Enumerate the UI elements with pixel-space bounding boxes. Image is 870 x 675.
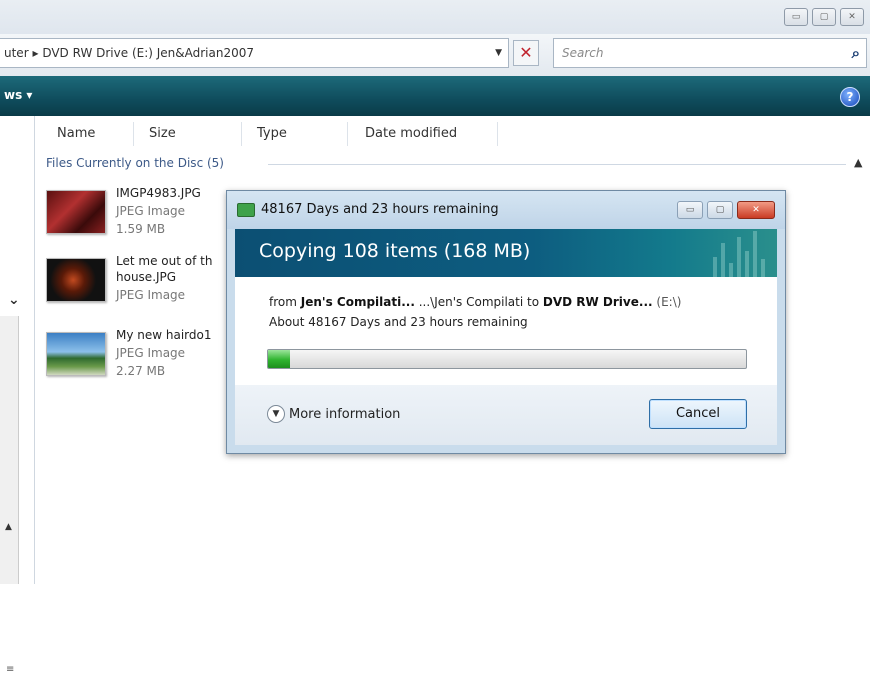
navigation-pane: ⌄ ▲ ≡: [0, 116, 35, 675]
dialog-title: 48167 Days and 23 hours remaining: [261, 202, 499, 217]
address-bar[interactable]: uter ▸ DVD RW Drive (E:) Jen&Adrian2007 …: [0, 38, 509, 68]
stop-icon[interactable]: ✕: [513, 40, 539, 66]
banner-graphic: [713, 231, 765, 277]
window-controls: ▭ ▢ ✕: [784, 8, 864, 26]
file-name: My new hairdo1: [116, 328, 212, 342]
address-row: uter ▸ DVD RW Drive (E:) Jen&Adrian2007 …: [0, 34, 870, 76]
file-size: 2.27 MB: [116, 364, 166, 378]
column-divider[interactable]: [347, 122, 348, 146]
file-type: JPEG Image: [116, 346, 186, 360]
file-name-continued: house.JPG: [116, 270, 177, 284]
window-title-bar: ▭ ▢ ✕: [0, 0, 870, 34]
close-icon[interactable]: ✕: [737, 201, 775, 219]
maximize-icon[interactable]: ▢: [812, 8, 836, 26]
copy-progress-bar: [267, 349, 747, 369]
scroll-grip-icon[interactable]: ≡: [6, 664, 14, 675]
search-icon[interactable]: ⌕: [852, 39, 860, 67]
help-icon[interactable]: ?: [840, 87, 860, 107]
column-header-date-modified[interactable]: Date modified: [365, 126, 457, 141]
destination-link[interactable]: DVD RW Drive...: [543, 295, 653, 309]
chevron-down-icon[interactable]: ⌄: [8, 292, 20, 308]
copy-heading: Copying 108 items (168 MB): [259, 240, 531, 262]
file-type: JPEG Image: [116, 204, 186, 218]
minimize-icon[interactable]: ▭: [784, 8, 808, 26]
file-type: JPEG Image: [116, 288, 186, 302]
time-remaining-text: About 48167 Days and 23 hours remaining: [269, 315, 528, 329]
minimize-icon[interactable]: ▭: [677, 201, 703, 219]
breadcrumb: uter ▸ DVD RW Drive (E:) Jen&Adrian2007: [0, 46, 254, 60]
column-divider[interactable]: [497, 122, 498, 146]
photo-thumbnail: [46, 190, 106, 234]
dialog-footer: ▼ More information Cancel: [235, 385, 777, 445]
address-dropdown-icon[interactable]: ▼: [495, 39, 502, 67]
more-information-toggle[interactable]: ▼ More information: [267, 405, 400, 423]
views-label: ws: [4, 88, 23, 102]
column-divider[interactable]: [241, 122, 242, 146]
file-group-header[interactable]: Files Currently on the Disc (5) ▲: [46, 156, 862, 170]
views-button[interactable]: ws ▾: [4, 88, 32, 102]
photo-thumbnail: [46, 332, 106, 376]
dialog-banner: Copying 108 items (168 MB): [235, 229, 777, 277]
dialog-title-bar[interactable]: 48167 Days and 23 hours remaining ▭ ▢ ✕: [227, 191, 785, 229]
copy-source-line: from Jen's Compilati... ...\Jen's Compil…: [269, 295, 681, 309]
column-header-name[interactable]: Name: [57, 126, 95, 141]
file-item[interactable]: Let me out of th house.JPG JPEG Image: [46, 254, 226, 316]
group-divider: [268, 164, 846, 165]
copy-icon: [237, 203, 255, 217]
chevron-down-icon[interactable]: ▼: [267, 405, 285, 423]
breadcrumb-separator-icon[interactable]: ▸: [32, 46, 42, 60]
cancel-button[interactable]: Cancel: [649, 399, 747, 429]
file-item[interactable]: My new hairdo1 JPEG Image 2.27 MB: [46, 328, 226, 390]
from-prefix: from: [269, 295, 297, 309]
maximize-icon[interactable]: ▢: [707, 201, 733, 219]
source-path: ...\Jen's Compilati to: [418, 295, 540, 309]
column-header-type[interactable]: Type: [257, 126, 287, 141]
column-divider[interactable]: [133, 122, 134, 146]
nav-scrollbar[interactable]: ▲ ≡: [0, 316, 19, 675]
column-header-row: Name Size Type Date modified: [35, 120, 870, 148]
copy-progress-dialog: 48167 Days and 23 hours remaining ▭ ▢ ✕ …: [226, 190, 786, 454]
column-header-size[interactable]: Size: [149, 126, 176, 141]
photo-thumbnail: [46, 258, 106, 302]
search-input[interactable]: Search ⌕: [553, 38, 867, 68]
file-name: IMGP4983.JPG: [116, 186, 201, 200]
breadcrumb-current[interactable]: DVD RW Drive (E:) Jen&Adrian2007: [42, 46, 254, 60]
search-placeholder: Search: [562, 46, 604, 60]
close-icon[interactable]: ✕: [840, 8, 864, 26]
collapse-icon[interactable]: ▲: [854, 156, 862, 169]
command-toolbar: ws ▾ ?: [0, 76, 870, 116]
file-item[interactable]: IMGP4983.JPG JPEG Image 1.59 MB: [46, 186, 226, 248]
dialog-window-controls: ▭ ▢ ✕: [677, 201, 775, 219]
source-link[interactable]: Jen's Compilati...: [301, 295, 415, 309]
dialog-body: from Jen's Compilati... ...\Jen's Compil…: [235, 277, 777, 385]
file-name: Let me out of th: [116, 254, 213, 268]
file-size: 1.59 MB: [116, 222, 166, 236]
scroll-up-icon[interactable]: ▲: [5, 522, 12, 532]
more-information-label: More information: [289, 406, 401, 422]
destination-drive: (E:\): [656, 295, 682, 309]
breadcrumb-parent[interactable]: uter: [4, 46, 29, 60]
group-label: Files Currently on the Disc (5): [46, 156, 224, 170]
progress-fill: [268, 350, 290, 368]
